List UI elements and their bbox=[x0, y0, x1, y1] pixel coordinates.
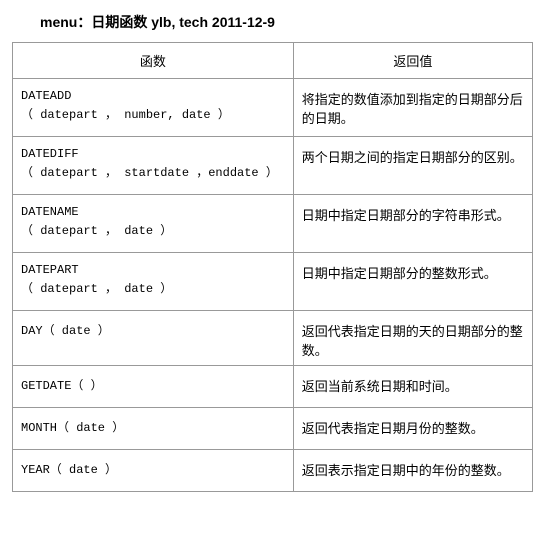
func-sig: （ datepart ， startdate ，enddate ） bbox=[21, 166, 278, 180]
func-name: DATEDIFF bbox=[21, 147, 285, 161]
col-return: 返回值 bbox=[293, 43, 532, 79]
cell-function: DATEADD （ datepart ， number, date ） bbox=[13, 79, 294, 137]
col-function: 函数 bbox=[13, 43, 294, 79]
cell-desc: 两个日期之间的指定日期部分的区别。 bbox=[293, 137, 532, 195]
func-name: DATEPART bbox=[21, 263, 285, 277]
cell-function: DATEPART （ datepart ， date ） bbox=[13, 253, 294, 311]
table-header-row: 函数 返回值 bbox=[13, 43, 533, 79]
func-name: DATENAME bbox=[21, 205, 285, 219]
table-row: DATEDIFF （ datepart ， startdate ，enddate… bbox=[13, 137, 533, 195]
cell-desc: 返回代表指定日期的天的日期部分的整数。 bbox=[293, 311, 532, 366]
cell-desc: 返回代表指定日期月份的整数。 bbox=[293, 408, 532, 450]
cell-function: YEAR（ date ） bbox=[13, 450, 294, 492]
page-title: menu：日期函数 ylb, tech 2011-12-9 bbox=[12, 12, 533, 32]
table-row: DATENAME （ datepart ， date ） 日期中指定日期部分的字… bbox=[13, 195, 533, 253]
table-row: DATEADD （ datepart ， number, date ） 将指定的… bbox=[13, 79, 533, 137]
func-sig: （ datepart ， number, date ） bbox=[21, 108, 230, 122]
date-functions-table: 函数 返回值 DATEADD （ datepart ， number, date… bbox=[12, 42, 533, 492]
func-sig: （ datepart ， date ） bbox=[21, 282, 172, 296]
cell-function: DATENAME （ datepart ， date ） bbox=[13, 195, 294, 253]
table-row: DAY（ date ） 返回代表指定日期的天的日期部分的整数。 bbox=[13, 311, 533, 366]
func-sig: （ datepart ， date ） bbox=[21, 224, 172, 238]
cell-desc: 日期中指定日期部分的整数形式。 bbox=[293, 253, 532, 311]
cell-desc: 返回当前系统日期和时间。 bbox=[293, 366, 532, 408]
table-row: MONTH（ date ） 返回代表指定日期月份的整数。 bbox=[13, 408, 533, 450]
cell-desc: 将指定的数值添加到指定的日期部分后的日期。 bbox=[293, 79, 532, 137]
cell-function: DATEDIFF （ datepart ， startdate ，enddate… bbox=[13, 137, 294, 195]
cell-desc: 返回表示指定日期中的年份的整数。 bbox=[293, 450, 532, 492]
func-name: DATEADD bbox=[21, 89, 285, 103]
table-row: YEAR（ date ） 返回表示指定日期中的年份的整数。 bbox=[13, 450, 533, 492]
cell-function: GETDATE（ ） bbox=[13, 366, 294, 408]
cell-desc: 日期中指定日期部分的字符串形式。 bbox=[293, 195, 532, 253]
table-row: DATEPART （ datepart ， date ） 日期中指定日期部分的整… bbox=[13, 253, 533, 311]
cell-function: MONTH（ date ） bbox=[13, 408, 294, 450]
cell-function: DAY（ date ） bbox=[13, 311, 294, 366]
table-row: GETDATE（ ） 返回当前系统日期和时间。 bbox=[13, 366, 533, 408]
